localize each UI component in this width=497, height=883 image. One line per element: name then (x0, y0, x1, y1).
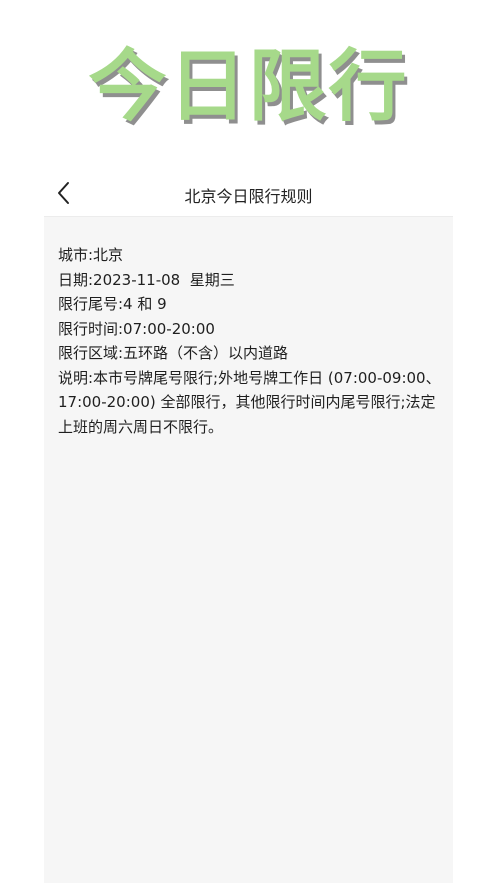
navigation-bar: 北京今日限行规则 (44, 165, 453, 217)
page: 今日限行 北京今日限行规则 城市:北京 日期:2023-11-08 星期三 限行… (0, 0, 497, 883)
city-text: 城市:北京 (58, 246, 124, 264)
description-text: 说明:本市号牌尾号限行;外地号牌工作日 (07:00-09:00、17:00-2… (58, 368, 441, 436)
page-title: 北京今日限行规则 (184, 187, 313, 206)
tail-numbers-text: 限行尾号:4 和 9 (58, 295, 167, 313)
date-text: 日期:2023-11-08 星期三 (58, 270, 235, 289)
hero-title: 今日限行 (88, 42, 409, 132)
rules-content: 城市:北京 日期:2023-11-08 星期三 限行尾号:4 和 9 限行时间:… (44, 217, 453, 883)
restriction-time-text: 限行时间:07:00-20:00 (58, 319, 215, 338)
restriction-area-text: 限行区域:五环路（不含）以内道路 (58, 344, 289, 362)
app-screen: 北京今日限行规则 城市:北京 日期:2023-11-08 星期三 限行尾号:4 … (44, 165, 453, 883)
